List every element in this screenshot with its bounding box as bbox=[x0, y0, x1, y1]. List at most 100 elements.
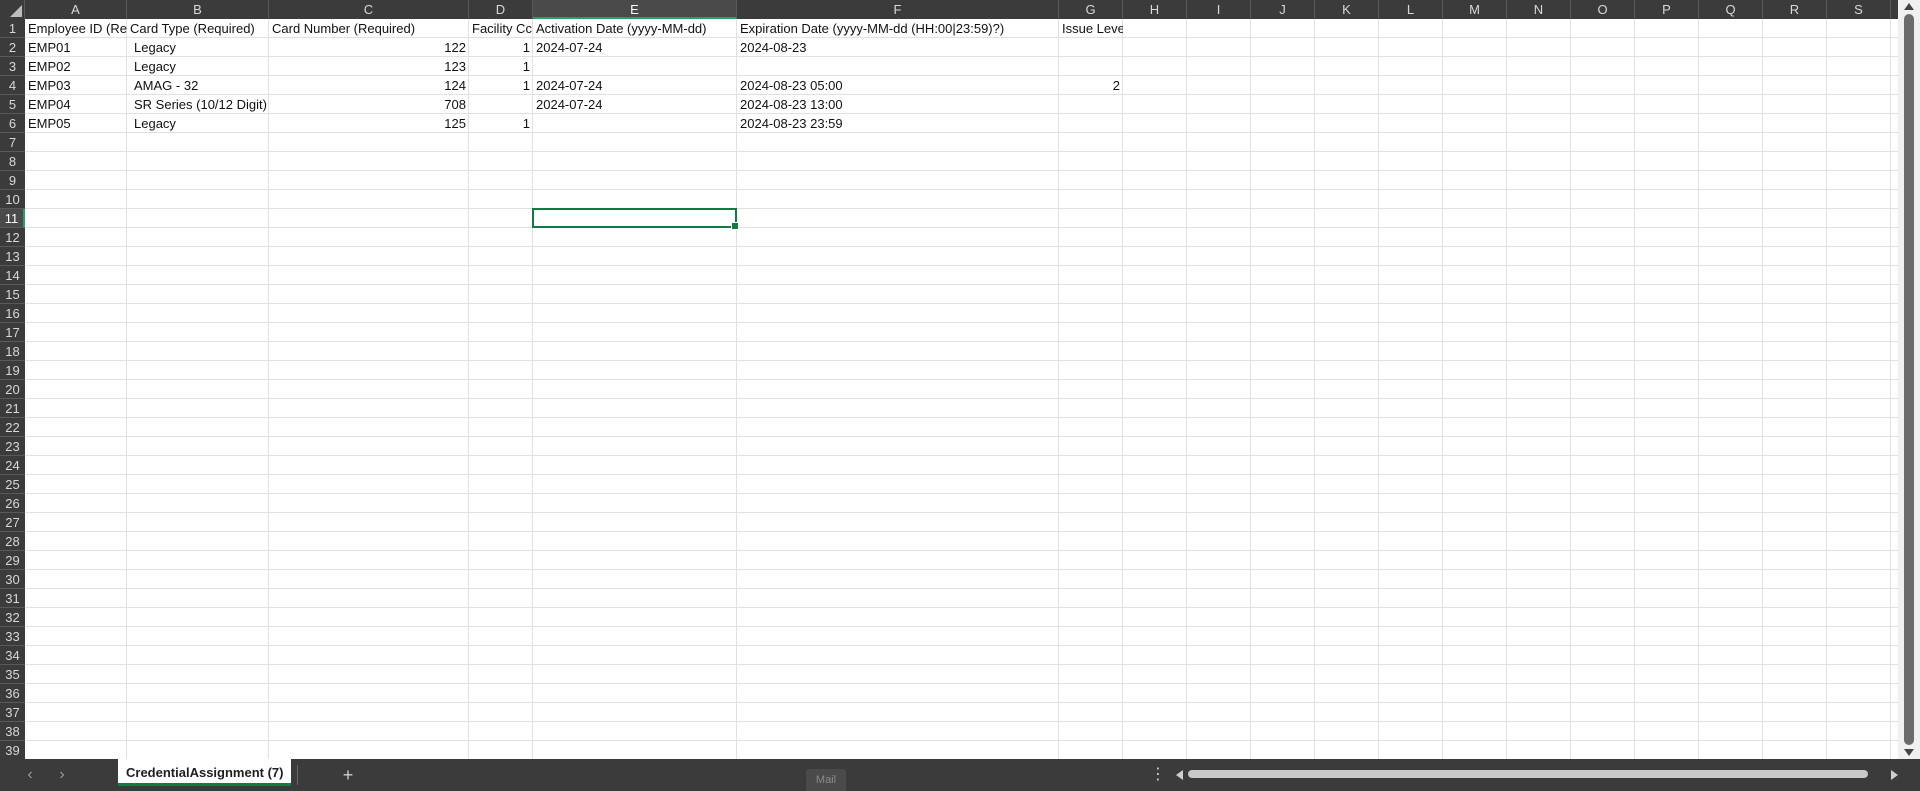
row-header-2[interactable]: 2 bbox=[0, 38, 25, 57]
row-header-8[interactable]: 8 bbox=[0, 152, 25, 171]
row-header-31[interactable]: 31 bbox=[0, 589, 25, 608]
cell-b6[interactable]: Legacy bbox=[127, 114, 269, 133]
row-header-25[interactable]: 25 bbox=[0, 475, 25, 494]
cell-b2[interactable]: Legacy bbox=[127, 38, 269, 57]
row-header-16[interactable]: 16 bbox=[0, 304, 25, 323]
cell-a3[interactable]: EMP02 bbox=[25, 57, 127, 76]
mail-badge[interactable]: Mail bbox=[806, 769, 846, 791]
next-sheet-button[interactable]: › bbox=[52, 765, 72, 785]
column-header-b[interactable]: B bbox=[127, 0, 269, 19]
add-sheet-button[interactable]: + bbox=[336, 763, 360, 787]
cell-d3[interactable]: 1 bbox=[469, 57, 533, 76]
sheet-tab-credentialassignment[interactable]: CredentialAssignment (7) bbox=[118, 759, 292, 786]
active-cell-selection[interactable] bbox=[532, 208, 739, 230]
row-header-24[interactable]: 24 bbox=[0, 456, 25, 475]
cell-d4[interactable]: 1 bbox=[469, 76, 533, 95]
row-header-37[interactable]: 37 bbox=[0, 703, 25, 722]
cell-a6[interactable]: EMP05 bbox=[25, 114, 127, 133]
row-header-33[interactable]: 33 bbox=[0, 627, 25, 646]
column-header-k[interactable]: K bbox=[1315, 0, 1379, 19]
row-header-15[interactable]: 15 bbox=[0, 285, 25, 304]
column-header-c[interactable]: C bbox=[269, 0, 469, 19]
cell-e4[interactable]: 2024-07-24 bbox=[533, 76, 737, 95]
row-header-22[interactable]: 22 bbox=[0, 418, 25, 437]
row-header-11[interactable]: 11 bbox=[0, 209, 25, 228]
row-header-7[interactable]: 7 bbox=[0, 133, 25, 152]
row-header-36[interactable]: 36 bbox=[0, 684, 25, 703]
row-header-17[interactable]: 17 bbox=[0, 323, 25, 342]
cell-e2[interactable]: 2024-07-24 bbox=[533, 38, 737, 57]
row-header-38[interactable]: 38 bbox=[0, 722, 25, 741]
vertical-scrollbar[interactable] bbox=[1898, 0, 1920, 759]
cell-b5[interactable]: SR Series (10/12 Digit) bbox=[127, 95, 269, 114]
cell-f2[interactable]: 2024-08-23 bbox=[737, 38, 1059, 57]
header-cell-a1[interactable]: Employee ID (Re bbox=[25, 19, 127, 38]
row-header-23[interactable]: 23 bbox=[0, 437, 25, 456]
scroll-down-arrow-icon[interactable] bbox=[1904, 749, 1914, 756]
cell-d6[interactable]: 1 bbox=[469, 114, 533, 133]
row-header-35[interactable]: 35 bbox=[0, 665, 25, 684]
select-all-button[interactable] bbox=[0, 0, 25, 19]
row-header-29[interactable]: 29 bbox=[0, 551, 25, 570]
cell-f5[interactable]: 2024-08-23 13:00 bbox=[737, 95, 1059, 114]
header-cell-b1[interactable]: Card Type (Required) bbox=[127, 19, 269, 38]
cell-c6[interactable]: 125 bbox=[269, 114, 469, 133]
vertical-scroll-thumb[interactable] bbox=[1904, 14, 1914, 745]
column-header-j[interactable]: J bbox=[1251, 0, 1315, 19]
fill-handle[interactable] bbox=[731, 222, 739, 230]
scroll-right-arrow-icon[interactable] bbox=[1891, 770, 1898, 780]
header-cell-g1[interactable]: Issue Level bbox=[1059, 19, 1123, 38]
cell-c2[interactable]: 122 bbox=[269, 38, 469, 57]
header-cell-f1[interactable]: Expiration Date (yyyy-MM-dd (HH:00|23:59… bbox=[737, 19, 1059, 38]
row-header-30[interactable]: 30 bbox=[0, 570, 25, 589]
scroll-left-arrow-icon[interactable] bbox=[1176, 770, 1183, 780]
cell-b3[interactable]: Legacy bbox=[127, 57, 269, 76]
column-header-r[interactable]: R bbox=[1763, 0, 1827, 19]
row-header-9[interactable]: 9 bbox=[0, 171, 25, 190]
row-header-28[interactable]: 28 bbox=[0, 532, 25, 551]
row-header-34[interactable]: 34 bbox=[0, 646, 25, 665]
row-header-4[interactable]: 4 bbox=[0, 76, 25, 95]
column-header-o[interactable]: O bbox=[1571, 0, 1635, 19]
cell-c3[interactable]: 123 bbox=[269, 57, 469, 76]
row-header-19[interactable]: 19 bbox=[0, 361, 25, 380]
cell-f4[interactable]: 2024-08-23 05:00 bbox=[737, 76, 1059, 95]
row-header-20[interactable]: 20 bbox=[0, 380, 25, 399]
cell-c5[interactable]: 708 bbox=[269, 95, 469, 114]
column-header-g[interactable]: G bbox=[1059, 0, 1123, 19]
cell-e5[interactable]: 2024-07-24 bbox=[533, 95, 737, 114]
cell-a4[interactable]: EMP03 bbox=[25, 76, 127, 95]
column-header-s[interactable]: S bbox=[1827, 0, 1891, 19]
row-header-1[interactable]: 1 bbox=[0, 19, 25, 38]
column-header-q[interactable]: Q bbox=[1699, 0, 1763, 19]
row-header-26[interactable]: 26 bbox=[0, 494, 25, 513]
previous-sheet-button[interactable]: ‹ bbox=[20, 765, 40, 785]
spreadsheet-grid[interactable]: ABCDEFGHIJKLMNOPQRS 1 2 3 4 5 6 7 8 9 10 11 12 13 14 1… bbox=[0, 0, 1920, 759]
cell-g4[interactable]: 2 bbox=[1059, 76, 1123, 95]
row-header-21[interactable]: 21 bbox=[0, 399, 25, 418]
more-options-icon[interactable]: ⋮ bbox=[1150, 765, 1166, 785]
column-header-f[interactable]: F bbox=[737, 0, 1059, 19]
scroll-up-arrow-icon[interactable] bbox=[1904, 3, 1914, 10]
row-header-12[interactable]: 12 bbox=[0, 228, 25, 247]
column-header-e[interactable]: E bbox=[533, 0, 737, 19]
horizontal-scrollbar[interactable] bbox=[1174, 767, 1900, 783]
header-cell-c1[interactable]: Card Number (Required) bbox=[269, 19, 469, 38]
cell-d2[interactable]: 1 bbox=[469, 38, 533, 57]
row-header-39[interactable]: 39 bbox=[0, 741, 25, 759]
column-header-l[interactable]: L bbox=[1379, 0, 1443, 19]
header-cell-d1[interactable]: Facility Cc bbox=[469, 19, 533, 38]
column-header-m[interactable]: M bbox=[1443, 0, 1507, 19]
horizontal-scroll-thumb[interactable] bbox=[1188, 770, 1868, 778]
cell-a5[interactable]: EMP04 bbox=[25, 95, 127, 114]
column-header-i[interactable]: I bbox=[1187, 0, 1251, 19]
cell-c4[interactable]: 124 bbox=[269, 76, 469, 95]
column-header-h[interactable]: H bbox=[1123, 0, 1187, 19]
cell-b4[interactable]: AMAG - 32 bbox=[127, 76, 269, 95]
column-header-a[interactable]: A bbox=[25, 0, 127, 19]
column-header-d[interactable]: D bbox=[469, 0, 533, 19]
row-header-27[interactable]: 27 bbox=[0, 513, 25, 532]
row-header-6[interactable]: 6 bbox=[0, 114, 25, 133]
row-header-14[interactable]: 14 bbox=[0, 266, 25, 285]
row-header-5[interactable]: 5 bbox=[0, 95, 25, 114]
